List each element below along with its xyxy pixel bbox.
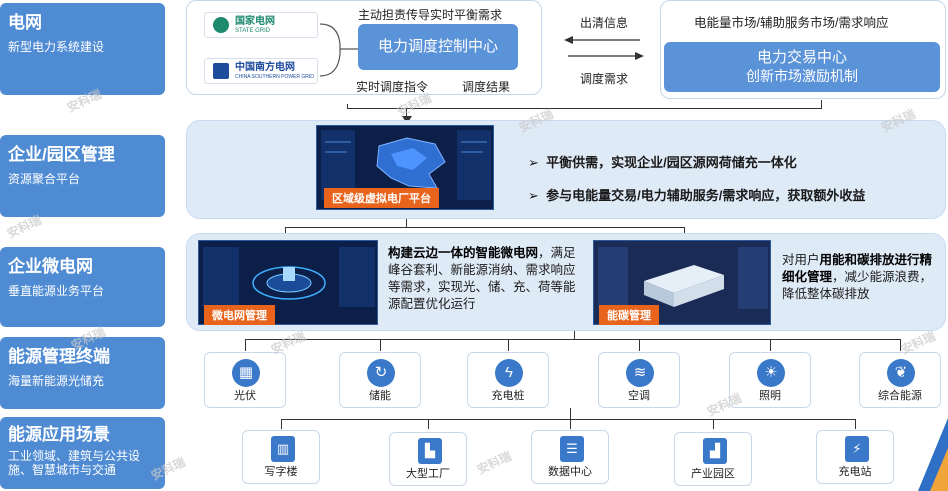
connector-line	[574, 331, 575, 340]
scenario-label: 数据中心	[548, 466, 592, 478]
lighting-icon: ☀	[757, 359, 785, 387]
terminal-card-ac: ≋ 空调	[598, 352, 680, 408]
office-building-icon: ▥	[271, 436, 295, 462]
scenario-label: 写字楼	[264, 466, 298, 478]
factory-icon: ▙	[418, 438, 442, 464]
terminal-label: 空调	[628, 390, 650, 402]
terminal-label: 光伏	[234, 390, 256, 402]
watermark: 安科瑞	[704, 390, 744, 419]
logo-text: 中国南方电网	[235, 62, 295, 73]
southern-grid-logo: 中国南方电网 CHINA SOUTHERN POWER GRID	[204, 58, 318, 84]
trading-center-title: 电力交易中心	[756, 49, 847, 66]
bullet-arrow-icon: ➢	[528, 155, 547, 170]
connector-line	[285, 227, 685, 228]
connector-line	[508, 339, 509, 351]
clearing-info-label: 出清信息	[580, 16, 629, 30]
solar-panel-icon: ▦	[232, 359, 260, 387]
trading-center-subtitle: 创新市场激励机制	[746, 68, 858, 84]
connector-line	[713, 419, 714, 429]
layer-subtitle: 新型电力系统建设	[8, 40, 105, 54]
scenario-card-industrial-park: ▟ 产业园区	[674, 432, 752, 486]
terminal-label: 储能	[369, 390, 391, 402]
air-conditioner-icon: ≋	[626, 359, 654, 387]
energy-carbon-description: 对用户用能和碳排放进行精细化管理，减少能源浪费，降低整体碳排放	[782, 252, 942, 303]
connector-line	[380, 339, 381, 351]
watermark: 安科瑞	[268, 328, 308, 357]
terminal-label: 充电桩	[491, 390, 525, 402]
connector-line	[639, 339, 640, 351]
bullet-text: 参与电能量交易/电力辅助服务/需求响应，获取额外收益	[546, 188, 866, 203]
layer-title: 能源应用场景	[8, 425, 110, 444]
logo-text: 国家电网	[235, 16, 275, 27]
scenario-card-office: ▥ 写字楼	[242, 430, 320, 484]
connector-line	[570, 408, 571, 420]
connector-line	[281, 419, 282, 429]
terminal-card-charger: ϟ 充电桩	[467, 352, 549, 408]
microgrid-highlight: 构建云边一体的智能微电网	[388, 246, 539, 260]
terminal-card-integrated: ❦ 综合能源	[859, 352, 941, 408]
scenario-label: 产业园区	[691, 468, 735, 480]
scenario-label: 充电站	[838, 466, 872, 478]
connector-line	[245, 339, 901, 340]
logo-bracket	[319, 23, 360, 77]
layer-subtitle: 海量新能源光储充	[8, 374, 105, 388]
layer-subtitle: 工业领域、建筑与公共设施、智慧城市与交通	[8, 449, 141, 477]
terminal-card-storage: ↻ 储能	[339, 352, 421, 408]
layer-label-park-management: 企业/园区管理 资源聚合平台	[0, 135, 165, 217]
top-note: 主动担责传导实时平衡需求	[358, 8, 503, 22]
data-center-icon: ☰	[560, 436, 584, 462]
charging-station-icon: ⚡	[845, 436, 869, 462]
connector-line	[245, 339, 246, 351]
connector-line	[281, 419, 855, 420]
dispatch-demand-label: 调度需求	[580, 72, 629, 86]
terminal-label: 综合能源	[878, 390, 922, 402]
terminal-card-solar: ▦ 光伏	[204, 352, 286, 408]
layer-title: 企业微电网	[8, 257, 93, 276]
layer-label-scenarios: 能源应用场景 工业领域、建筑与公共设施、智慧城市与交通	[0, 417, 165, 489]
energy-carbon-tag: 能碳管理	[599, 305, 659, 325]
logo-subtext: CHINA SOUTHERN POWER GRID	[235, 74, 314, 80]
layer-title: 电网	[8, 13, 42, 32]
vpp-platform-tag: 区域级虚拟电厂平台	[324, 188, 439, 208]
layer-label-microgrid: 企业微电网 垂直能源业务平台	[0, 247, 165, 327]
scenario-card-datacenter: ☰ 数据中心	[531, 430, 609, 484]
connector-line	[570, 419, 571, 429]
energy-carbon-text-pre: 对用户	[782, 253, 820, 267]
scenario-label: 大型工厂	[406, 468, 450, 480]
layer-subtitle: 垂直能源业务平台	[8, 284, 105, 298]
scenario-card-factory: ▙ 大型工厂	[389, 432, 467, 486]
watermark: 安科瑞	[474, 448, 514, 477]
state-grid-icon	[213, 17, 229, 33]
layer-label-grid: 电网 新型电力系统建设	[0, 3, 165, 95]
scenario-card-charging-station: ⚡ 充电站	[816, 430, 894, 484]
charging-pile-icon: ϟ	[495, 359, 523, 387]
energy-storage-icon: ↻	[367, 359, 395, 387]
integrated-energy-icon: ❦	[887, 359, 915, 387]
connector-line	[347, 104, 348, 109]
connector-line	[770, 339, 771, 351]
layer-title: 企业/园区管理	[8, 145, 115, 164]
corner-decoration	[918, 418, 948, 491]
connector-line	[428, 419, 429, 429]
trading-center: 电力交易中心 创新市场激励机制	[664, 42, 940, 92]
market-note: 电能量市场/辅助服务市场/需求响应	[694, 16, 889, 30]
layer-subtitle: 资源聚合平台	[8, 172, 81, 186]
platform-bullet-1: ➢ 平衡供需，实现企业/园区源网荷储充一体化	[528, 152, 797, 171]
dispatch-result-note: 调度结果	[462, 80, 511, 94]
bidirectional-arrows	[564, 36, 644, 60]
platform-bullet-2: ➢ 参与电能量交易/电力辅助服务/需求响应，获取额外收益	[528, 185, 865, 204]
microgrid-tag: 微电网管理	[204, 305, 275, 325]
microgrid-description: 构建云边一体的智能微电网，满足峰谷套利、新能源消纳、需求响应等需求，实现光、储、…	[388, 245, 584, 313]
southern-grid-icon	[213, 63, 229, 79]
state-grid-logo: 国家电网 STATE GRID	[204, 12, 318, 38]
industrial-park-icon: ▟	[703, 438, 727, 464]
logo-subtext: STATE GRID	[235, 28, 271, 34]
connector-line	[855, 419, 856, 429]
bullet-arrow-icon: ➢	[528, 188, 547, 203]
connector-line	[821, 100, 822, 109]
dispatch-center: 电力调度控制中心	[358, 24, 518, 70]
bullet-text: 平衡供需，实现企业/园区源网荷储充一体化	[546, 155, 797, 170]
